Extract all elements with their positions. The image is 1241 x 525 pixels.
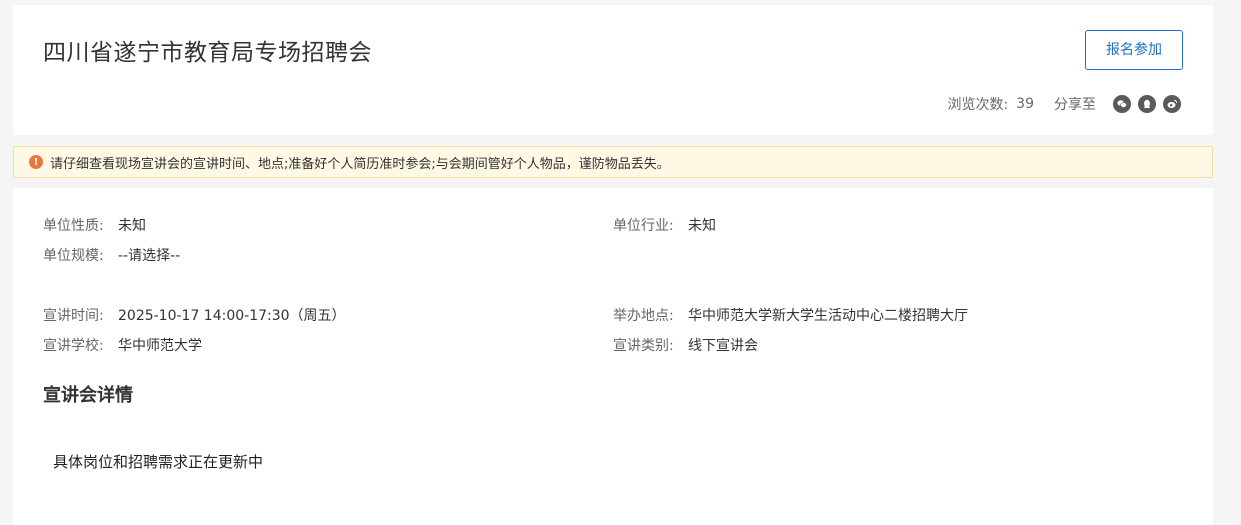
event-type-field: 宣讲类别: 线下宣讲会	[613, 335, 758, 355]
event-place-field: 举办地点: 华中师范大学新大学生活动中心二楼招聘大厅	[613, 305, 968, 325]
details-text: 具体岗位和招聘需求正在更新中	[53, 453, 264, 471]
field-label: 单位行业:	[613, 218, 674, 234]
notice-bar: ! 请仔细查看现场宣讲会的宣讲时间、地点;准备好个人简历准时参会;与会期间管好个…	[13, 146, 1213, 178]
field-label: 宣讲时间:	[43, 308, 104, 324]
company-scale-field: 单位规模: --请选择--	[43, 245, 180, 265]
field-label: 宣讲类别:	[613, 338, 674, 354]
details-section-title: 宣讲会详情	[43, 385, 133, 406]
field-value: --请选择--	[118, 248, 181, 264]
event-time-field: 宣讲时间: 2025-10-17 14:00-17:30（周五）	[43, 305, 346, 325]
wechat-icon[interactable]	[1113, 95, 1131, 113]
signup-button[interactable]: 报名参加	[1085, 30, 1183, 70]
weibo-icon[interactable]	[1163, 95, 1181, 113]
views-label: 浏览次数:	[947, 97, 1009, 113]
stats-row: 浏览次数: 39 分享至	[947, 94, 1181, 114]
company-nature-field: 单位性质: 未知	[43, 215, 146, 235]
header-card: 四川省遂宁市教育局专场招聘会 报名参加 浏览次数: 39 分享至	[13, 5, 1213, 135]
field-label: 单位性质:	[43, 218, 104, 234]
event-school-field: 宣讲学校: 华中师范大学	[43, 335, 202, 355]
warning-icon: !	[29, 155, 43, 169]
company-industry-field: 单位行业: 未知	[613, 215, 716, 235]
field-value: 未知	[118, 218, 146, 234]
page-title: 四川省遂宁市教育局专场招聘会	[43, 40, 372, 66]
share-label: 分享至	[1054, 97, 1096, 113]
field-value: 线下宣讲会	[688, 338, 758, 354]
views-count: 39	[1016, 96, 1034, 112]
field-value: 未知	[688, 218, 716, 234]
field-label: 举办地点:	[613, 308, 674, 324]
detail-card: 单位性质: 未知 单位行业: 未知 单位规模: --请选择-- 宣讲时间: 20…	[13, 188, 1213, 525]
field-label: 宣讲学校:	[43, 338, 104, 354]
field-value: 华中师范大学新大学生活动中心二楼招聘大厅	[688, 308, 968, 324]
field-value: 2025-10-17 14:00-17:30（周五）	[118, 308, 346, 324]
field-label: 单位规模:	[43, 248, 104, 264]
notice-text: 请仔细查看现场宣讲会的宣讲时间、地点;准备好个人简历准时参会;与会期间管好个人物…	[50, 156, 670, 172]
qq-icon[interactable]	[1138, 95, 1156, 113]
field-value: 华中师范大学	[118, 338, 202, 354]
